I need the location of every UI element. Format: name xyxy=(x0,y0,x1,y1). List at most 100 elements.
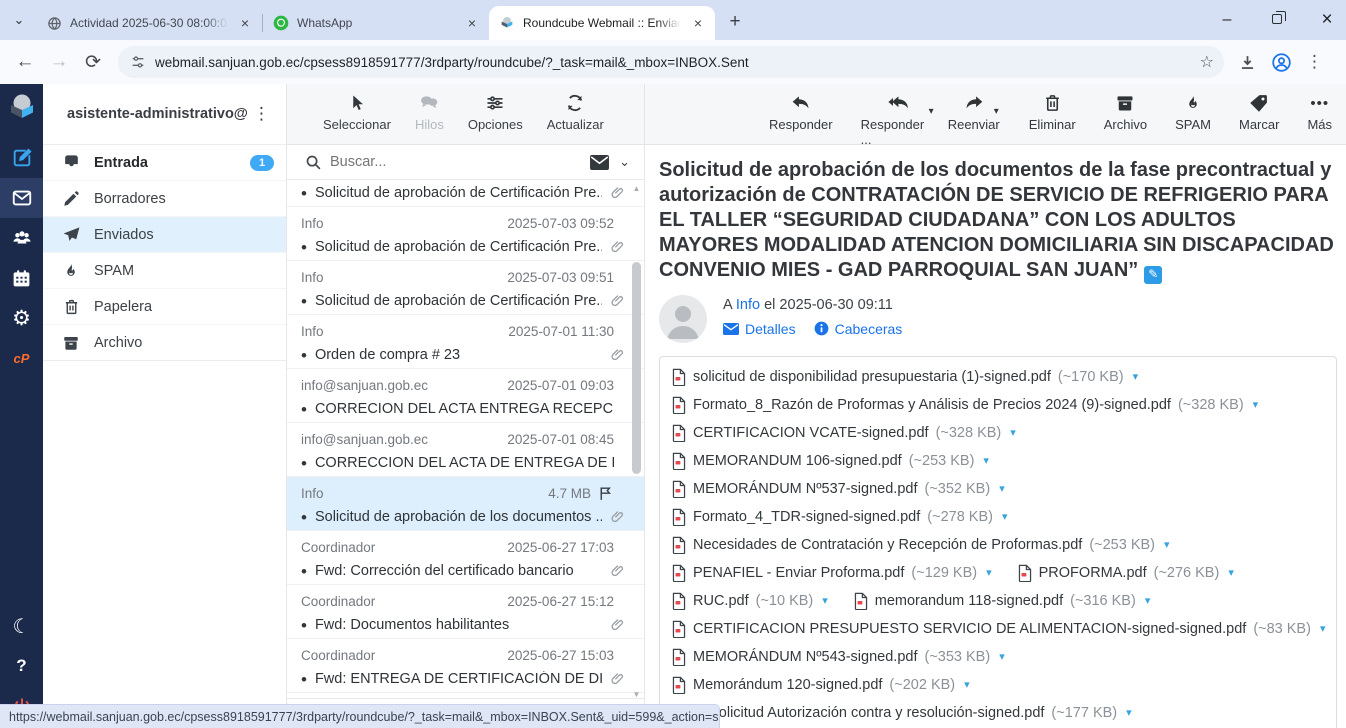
attachment-menu-caret-icon[interactable]: ▾ xyxy=(999,650,1005,663)
browser-tab-activity[interactable]: Actividad 2025-06-30 08:00:00 × xyxy=(36,6,262,40)
more-button[interactable]: ••• Más xyxy=(1307,92,1332,132)
message-list-item[interactable]: Info 2025-07-03 09:51 • Solicitud de apr… xyxy=(287,261,644,315)
mail-nav-button[interactable] xyxy=(0,178,43,218)
message-list-item[interactable]: Info 2025-07-01 11:30 • Orden de compra … xyxy=(287,315,644,369)
recipient-link[interactable]: Info xyxy=(736,297,760,313)
search-options-chevron-icon[interactable]: ⌄ xyxy=(619,154,630,170)
restore-icon[interactable] xyxy=(1266,11,1288,29)
reply-all-button[interactable]: Responder ... xyxy=(861,92,935,147)
attachment-menu-caret-icon[interactable]: ▾ xyxy=(1133,370,1139,383)
forward-button[interactable]: Reenviar xyxy=(948,92,1000,132)
attachment-menu-caret-icon[interactable]: ▾ xyxy=(964,678,970,691)
address-bar[interactable]: webmail.sanjuan.gob.ec/cpsess8918591777/… xyxy=(118,46,1224,78)
account-header[interactable]: asistente-administrativo@sa... ⋮ xyxy=(43,84,286,145)
compose-button[interactable] xyxy=(0,138,43,178)
sidebar-item-spam[interactable]: SPAM xyxy=(43,253,286,289)
download-icon[interactable] xyxy=(1238,53,1257,72)
minimize-icon[interactable]: – xyxy=(1216,11,1238,29)
tab-close-icon[interactable]: × xyxy=(463,14,481,32)
headers-link[interactable]: Cabeceras xyxy=(814,321,903,337)
attachment-item[interactable]: RUC.pdf (~10 KB) ▾ xyxy=(672,587,828,615)
help-icon[interactable]: ? xyxy=(0,646,43,686)
attachment-menu-caret-icon[interactable]: ▾ xyxy=(1126,706,1132,719)
attachment-item[interactable]: solicitud de disponibilidad presupuestar… xyxy=(672,363,1138,391)
refresh-button[interactable]: Actualizar xyxy=(547,92,604,132)
attachment-item[interactable]: memorandum 118-signed.pdf (~316 KB) ▾ xyxy=(854,587,1151,615)
list-scrollbar[interactable]: ▲ ▼ xyxy=(630,184,643,700)
attachment-item[interactable]: 8. Solicitud Autorización contra y resol… xyxy=(672,699,1132,727)
account-menu-kebab-icon[interactable]: ⋮ xyxy=(247,104,276,124)
attachment-menu-caret-icon[interactable]: ▾ xyxy=(1164,538,1170,551)
browser-menu-kebab-icon[interactable]: ⋮ xyxy=(1306,52,1323,72)
contacts-nav-button[interactable] xyxy=(0,218,43,258)
message-list-item[interactable]: Coordinador 2025-06-27 15:12 • Fwd: Docu… xyxy=(287,585,644,639)
reply-all-caret-icon[interactable]: ▾ xyxy=(929,106,934,117)
archive-button[interactable]: Archivo xyxy=(1104,92,1147,132)
cpanel-icon[interactable]: cP xyxy=(0,338,43,378)
sidebar-item-inbox[interactable]: Entrada 1 xyxy=(43,145,286,181)
scroll-down-icon[interactable]: ▼ xyxy=(633,690,641,700)
attachment-item[interactable]: PENAFIEL - Enviar Proforma.pdf (~129 KB)… xyxy=(672,559,992,587)
message-list-item[interactable]: • Solicitud de aprobación de Certificaci… xyxy=(287,180,644,207)
reply-button[interactable]: Responder xyxy=(769,92,833,132)
spam-button[interactable]: SPAM xyxy=(1175,92,1211,132)
select-button[interactable]: Seleccionar xyxy=(323,92,391,132)
search-input[interactable] xyxy=(330,154,582,170)
attachment-menu-caret-icon[interactable]: ▾ xyxy=(999,482,1005,495)
mark-button[interactable]: Marcar xyxy=(1239,92,1279,132)
message-list-item[interactable]: Coordinador 2025-06-27 15:03 • Fwd: ENTR… xyxy=(287,639,644,693)
reload-icon[interactable]: ⟳ xyxy=(78,47,108,77)
attachment-item[interactable]: Memorándum 120-signed.pdf (~202 KB) ▾ xyxy=(672,671,970,699)
message-list-item[interactable]: Info 4.7 MB • Solicitud de aprobación de… xyxy=(287,477,644,531)
sidebar-item-sent[interactable]: Enviados xyxy=(43,217,286,253)
message-list-item[interactable]: Info 2025-07-03 09:52 • Solicitud de apr… xyxy=(287,207,644,261)
close-icon[interactable]: × xyxy=(1316,9,1338,31)
message-list-item[interactable]: Coordinador 2025-06-27 17:03 • Fwd: Corr… xyxy=(287,531,644,585)
sidebar-item-trash[interactable]: Papelera xyxy=(43,289,286,325)
attachment-item[interactable]: MEMORÁNDUM Nº543-signed.pdf (~353 KB) ▾ xyxy=(672,643,1005,671)
forward-caret-icon[interactable]: ▾ xyxy=(994,106,999,117)
attachment-menu-caret-icon[interactable]: ▾ xyxy=(822,594,828,607)
attachment-item[interactable]: Necesidades de Contratación y Recepción … xyxy=(672,531,1170,559)
settings-gear-icon[interactable]: ⚙ xyxy=(0,298,43,338)
attachment-menu-caret-icon[interactable]: ▾ xyxy=(1002,510,1008,523)
sidebar-item-drafts[interactable]: Borradores xyxy=(43,181,286,217)
browser-tab-whatsapp[interactable]: WhatsApp × xyxy=(263,6,489,40)
attachment-menu-caret-icon[interactable]: ▾ xyxy=(1228,566,1234,579)
attachment-menu-caret-icon[interactable]: ▾ xyxy=(1320,622,1326,635)
forward-icon[interactable]: → xyxy=(44,47,74,77)
scrollbar-thumb[interactable] xyxy=(632,262,641,474)
attachment-item[interactable]: Formato_8_Razón de Proformas y Análisis … xyxy=(672,391,1258,419)
dark-mode-moon-icon[interactable]: ☾ xyxy=(0,606,43,646)
attachment-item[interactable]: CERTIFICACION PRESUPUESTO SERVICIO DE AL… xyxy=(672,615,1325,643)
attachment-item[interactable]: Formato_4_TDR-signed-signed.pdf (~278 KB… xyxy=(672,503,1008,531)
attachment-menu-caret-icon[interactable]: ▾ xyxy=(1145,594,1151,607)
back-icon[interactable]: ← xyxy=(10,47,40,77)
calendar-nav-button[interactable] xyxy=(0,258,43,298)
attachment-menu-caret-icon[interactable]: ▾ xyxy=(1253,398,1259,411)
tab-search-button[interactable]: ⌄ xyxy=(6,7,32,33)
message-list-item[interactable]: info@sanjuan.gob.ec 2025-07-01 08:45 • C… xyxy=(287,423,644,477)
bookmark-star-icon[interactable]: ☆ xyxy=(1200,52,1214,72)
attachment-item[interactable]: CERTIFICACION VCATE-signed.pdf (~328 KB)… xyxy=(672,419,1016,447)
attachment-menu-caret-icon[interactable]: ▾ xyxy=(986,566,992,579)
attachment-item[interactable]: MEMORÁNDUM Nº537-signed.pdf (~352 KB) ▾ xyxy=(672,475,1005,503)
attachment-menu-caret-icon[interactable]: ▾ xyxy=(1010,426,1016,439)
threads-button[interactable]: Hilos xyxy=(415,92,444,132)
attachment-item[interactable]: MEMORANDUM 106-signed.pdf (~253 KB) ▾ xyxy=(672,447,989,475)
options-button[interactable]: Opciones xyxy=(468,92,523,132)
subject-edit-icon[interactable]: ✎ xyxy=(1144,266,1162,284)
browser-tab-roundcube-active[interactable]: Roundcube Webmail :: Enviados × xyxy=(489,6,715,40)
attachment-item[interactable]: PROFORMA.pdf (~276 KB) ▾ xyxy=(1018,559,1234,587)
details-link[interactable]: Detalles xyxy=(723,321,796,337)
tab-close-icon[interactable]: × xyxy=(236,14,254,32)
sidebar-item-archive[interactable]: Archivo xyxy=(43,325,286,361)
attachment-menu-caret-icon[interactable]: ▾ xyxy=(983,454,989,467)
message-list-item[interactable]: info@sanjuan.gob.ec 2025-07-01 09:03 • C… xyxy=(287,369,644,423)
delete-button[interactable]: Eliminar xyxy=(1029,92,1076,132)
tab-close-icon[interactable]: × xyxy=(689,14,707,32)
scroll-up-icon[interactable]: ▲ xyxy=(633,184,641,194)
new-tab-button[interactable]: + xyxy=(721,8,749,36)
search-scope-envelope-icon[interactable] xyxy=(590,155,609,170)
site-settings-icon[interactable] xyxy=(130,54,146,70)
